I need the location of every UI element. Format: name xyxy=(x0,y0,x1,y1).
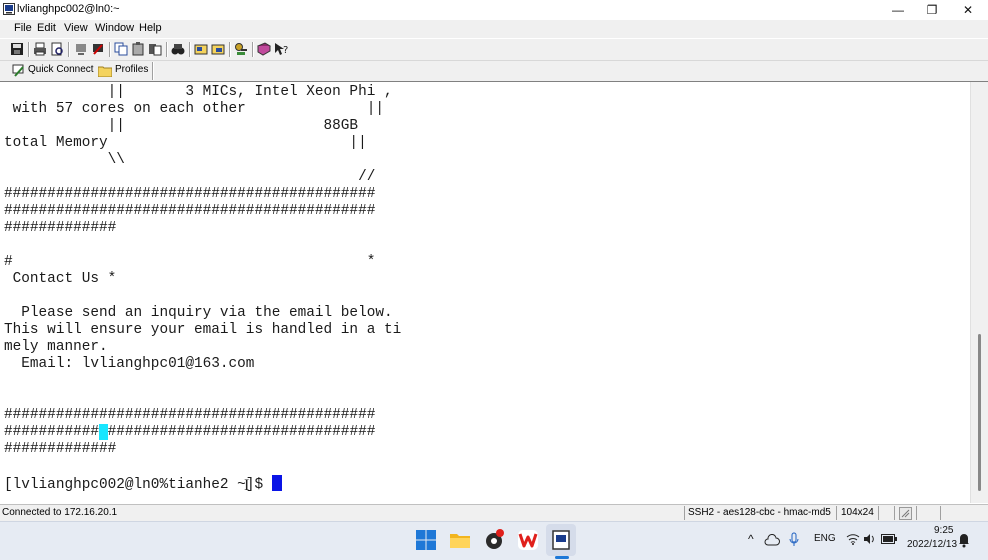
microphone-icon[interactable] xyxy=(789,532,799,548)
help-book-icon[interactable] xyxy=(256,41,272,57)
terminal-size-status: 104x24 xyxy=(841,507,874,518)
cloud-icon[interactable] xyxy=(764,534,780,546)
menu-edit[interactable]: Edit xyxy=(37,22,56,34)
minimize-button[interactable]: — xyxy=(880,0,916,20)
clock-date[interactable]: 2022/12/13 xyxy=(907,539,957,550)
wps-office-icon[interactable] xyxy=(516,528,540,552)
terminal-line: \\ xyxy=(4,152,125,168)
securecrt-taskbar-icon[interactable] xyxy=(549,528,573,552)
title-bar: lvlianghpc002@ln0:~ — ❐ ✕ xyxy=(0,0,988,20)
status-separator xyxy=(916,506,917,520)
terminal-line: ############# xyxy=(4,220,117,236)
status-separator xyxy=(836,506,837,520)
maximize-button[interactable]: ❐ xyxy=(914,0,950,20)
menu-help[interactable]: Help xyxy=(139,22,162,34)
connection-toolbar: Quick Connect Profiles xyxy=(0,60,988,82)
shell-prompt: [lvlianghpc002@ln0%tianhe2 ~]$ xyxy=(4,477,272,493)
terminal-line: ########################################… xyxy=(4,186,376,202)
terminal-line: Email: lvlianghpc01@163.com xyxy=(4,356,255,372)
terminal-line: ########################################… xyxy=(4,407,376,423)
terminal-line: ############# xyxy=(4,441,117,457)
clock-time[interactable]: 9:25 xyxy=(934,525,953,536)
profiles-button[interactable]: Profiles xyxy=(115,64,148,75)
connection-status: Connected to 172.16.20.1 xyxy=(2,507,118,518)
profiles-folder-icon xyxy=(98,66,112,77)
find-binoculars-icon[interactable] xyxy=(170,41,186,57)
status-bar: Connected to 172.16.20.1 SSH2 - aes128-c… xyxy=(0,504,988,522)
terminal-line: ########################################… xyxy=(4,203,376,219)
menu-window[interactable]: Window xyxy=(95,22,134,34)
terminal-line: || 88GB xyxy=(4,118,359,134)
svg-text:?: ? xyxy=(283,45,288,56)
session-folder-icon[interactable] xyxy=(210,41,226,57)
status-separator xyxy=(894,506,895,520)
copy-paste-icon[interactable] xyxy=(147,41,163,57)
quick-connect-icon xyxy=(12,64,24,77)
terminal-line: with 57 cores on each other || xyxy=(4,101,384,117)
key-options-icon[interactable] xyxy=(233,41,249,57)
protocol-status: SSH2 - aes128-cbc - hmac-md5 xyxy=(688,507,831,518)
terminal-line: # * xyxy=(4,254,376,270)
vertical-scrollbar[interactable] xyxy=(970,82,988,503)
volume-icon[interactable] xyxy=(863,533,877,545)
toolbar-separator xyxy=(68,42,70,57)
context-help-icon[interactable]: ? xyxy=(273,41,289,57)
toolbar-separator xyxy=(109,42,111,57)
terminal-line: Please send an inquiry via the email bel… xyxy=(4,305,393,321)
toolbar-separator xyxy=(229,42,231,57)
window-title: lvlianghpc002@ln0:~ xyxy=(17,3,120,15)
status-separator xyxy=(878,506,879,520)
terminal-line: Contact Us * xyxy=(4,271,117,287)
selection-highlight: # xyxy=(99,424,108,440)
ibeam-cursor-icon: I xyxy=(244,477,250,494)
connect-icon[interactable] xyxy=(73,41,89,57)
terminal-area[interactable]: || 3 MICs, Intel Xeon Phi , with 57 core… xyxy=(0,81,988,505)
terminal-line: total Memory || xyxy=(4,135,367,151)
menu-bar: File Edit View Window Help xyxy=(0,20,988,38)
windows-taskbar: ^ ENG 9:25 2022/12/13 xyxy=(0,521,988,560)
print-preview-icon[interactable] xyxy=(49,41,65,57)
disconnect-icon[interactable] xyxy=(90,41,106,57)
language-indicator[interactable]: ENG xyxy=(814,533,836,544)
save-icon[interactable] xyxy=(9,41,25,57)
terminal-line: ########################################… xyxy=(4,424,376,440)
close-button[interactable]: ✕ xyxy=(950,0,986,20)
toolbar-separator xyxy=(166,42,168,57)
notification-bell-icon[interactable] xyxy=(958,532,970,548)
scrollbar-thumb[interactable] xyxy=(978,334,981,491)
toolbar-separator xyxy=(152,62,154,80)
menu-view[interactable]: View xyxy=(64,22,88,34)
wifi-icon[interactable] xyxy=(846,533,860,545)
status-separator xyxy=(940,506,941,520)
sftp-icon[interactable] xyxy=(193,41,209,57)
toolbar-separator xyxy=(252,42,254,57)
toolbar-separator xyxy=(189,42,191,57)
print-icon[interactable] xyxy=(32,41,48,57)
terminal-line: This will ensure your email is handled i… xyxy=(4,322,402,338)
resize-grip-icon[interactable] xyxy=(899,507,912,520)
battery-icon[interactable] xyxy=(881,534,897,544)
securecrt-app-icon xyxy=(3,3,15,15)
quick-connect-button[interactable]: Quick Connect xyxy=(28,64,94,75)
file-explorer-icon[interactable] xyxy=(448,528,472,552)
copy-icon[interactable] xyxy=(113,41,129,57)
menu-file[interactable]: File xyxy=(14,22,32,34)
terminal-lines: || 3 MICs, Intel Xeon Phi , with 57 core… xyxy=(4,84,401,423)
terminal-line: || 3 MICs, Intel Xeon Phi , xyxy=(4,84,393,100)
terminal-line: // xyxy=(4,169,376,185)
terminal-output[interactable]: || 3 MICs, Intel Xeon Phi , with 57 core… xyxy=(4,84,401,494)
terminal-line: mely manner. xyxy=(4,339,108,355)
windows-start-icon[interactable] xyxy=(414,528,438,552)
paste-icon[interactable] xyxy=(130,41,146,57)
app-circle-icon[interactable] xyxy=(482,528,506,552)
main-toolbar: ? xyxy=(0,38,988,61)
chevron-up-icon[interactable]: ^ xyxy=(748,532,754,546)
status-separator xyxy=(684,506,685,520)
terminal-cursor xyxy=(271,475,282,491)
toolbar-separator xyxy=(28,42,30,57)
